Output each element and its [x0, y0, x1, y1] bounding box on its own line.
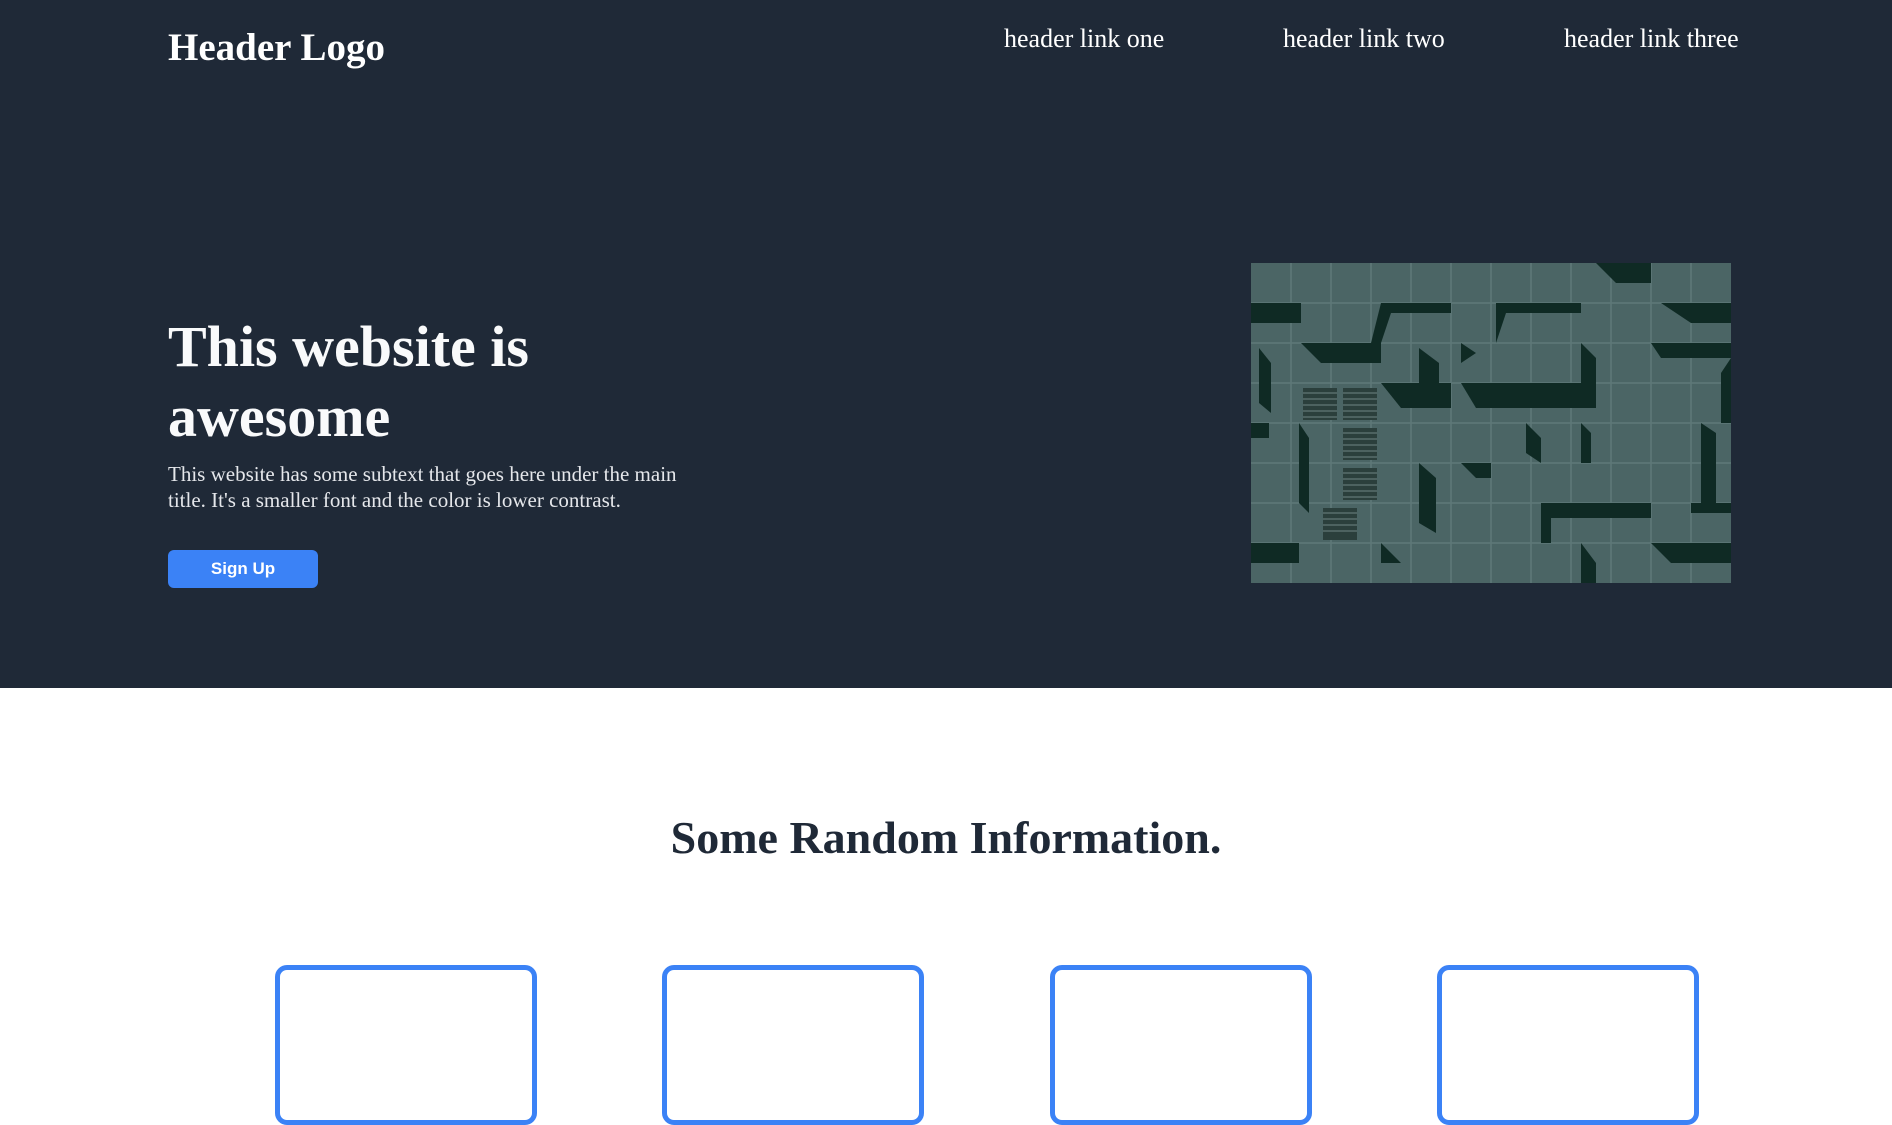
header-nav: header link one header link two header l…: [0, 20, 1892, 60]
header-link-two[interactable]: header link two: [1283, 20, 1445, 58]
header-link-three[interactable]: header link three: [1564, 20, 1739, 58]
building-facade-icon: [1251, 263, 1731, 583]
header-link-one[interactable]: header link one: [1004, 20, 1164, 58]
info-card: [275, 965, 537, 1125]
hero-section: Header Logo header link one header link …: [0, 0, 1892, 688]
building-facade-image: [1251, 263, 1731, 583]
info-card: [1050, 965, 1312, 1125]
info-card: [662, 965, 924, 1125]
hero-subtext: This website has some subtext that goes …: [168, 462, 677, 512]
sign-up-button[interactable]: Sign Up: [168, 550, 318, 588]
info-card: [1437, 965, 1699, 1125]
info-section-title: Some Random Information.: [670, 812, 1222, 863]
hero-title: This website is awesome: [168, 314, 529, 449]
